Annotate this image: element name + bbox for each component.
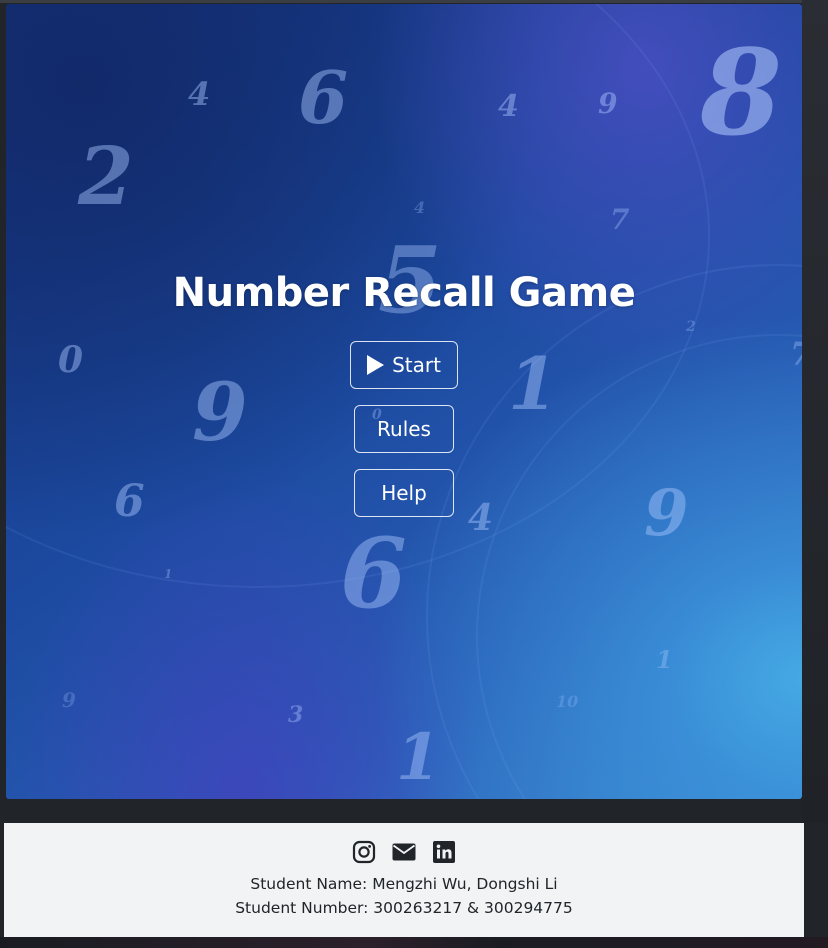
background-digit: 1 bbox=[508, 341, 559, 426]
background-digit: 9 bbox=[644, 476, 689, 551]
background-digit: 6 bbox=[298, 55, 349, 140]
background-digit: 1 bbox=[656, 645, 673, 674]
background-digit: 4 bbox=[188, 75, 211, 113]
background-digit: 8 bbox=[700, 23, 783, 162]
student-number: Student Number: 300263217 & 300294775 bbox=[235, 899, 573, 917]
help-button-label: Help bbox=[381, 481, 427, 505]
background-digit: 0 bbox=[58, 339, 84, 381]
start-button-label: Start bbox=[392, 353, 441, 377]
help-button[interactable]: Help bbox=[354, 469, 454, 517]
background-digit: 2 bbox=[78, 129, 134, 223]
play-icon bbox=[367, 355, 385, 375]
rules-button-label: Rules bbox=[377, 417, 431, 441]
rules-button[interactable]: Rules bbox=[354, 405, 454, 453]
background-digit: 2 bbox=[686, 319, 696, 335]
background-digit: 10 bbox=[556, 692, 579, 711]
linkedin-icon[interactable] bbox=[432, 840, 456, 864]
background-digit: 7 bbox=[790, 338, 802, 370]
background-digit: 4 bbox=[468, 497, 494, 539]
background-digit: 6 bbox=[114, 476, 145, 527]
footer: Student Name: Mengzhi Wu, Dongshi Li Stu… bbox=[4, 823, 804, 937]
background-digit: 1 bbox=[396, 720, 441, 795]
page-bottom-strip bbox=[0, 937, 828, 948]
start-button[interactable]: Start bbox=[350, 341, 458, 389]
background-digit: 9 bbox=[62, 688, 76, 712]
background-digit: 9 bbox=[192, 365, 248, 459]
background-digit: 1 bbox=[164, 567, 173, 581]
mail-icon[interactable] bbox=[392, 840, 416, 864]
page-top-strip bbox=[0, 0, 828, 3]
background-digit: 7 bbox=[610, 203, 630, 236]
background-digit: 4 bbox=[414, 198, 426, 217]
page-gutter bbox=[802, 0, 828, 823]
instagram-icon[interactable] bbox=[352, 840, 376, 864]
social-links bbox=[4, 840, 804, 864]
game-title: Number Recall Game bbox=[172, 270, 636, 316]
background-digit: 4 bbox=[498, 89, 519, 124]
background-digit: 6 bbox=[340, 517, 407, 630]
student-name: Student Name: Mengzhi Wu, Dongshi Li bbox=[250, 875, 558, 893]
background-digit: 9 bbox=[598, 87, 618, 120]
background-digit: 3 bbox=[288, 702, 304, 728]
game-panel: 4 6 4 9 8 2 4 7 5 0 9 1 0 6 4 9 1 6 1 9 … bbox=[6, 4, 802, 799]
